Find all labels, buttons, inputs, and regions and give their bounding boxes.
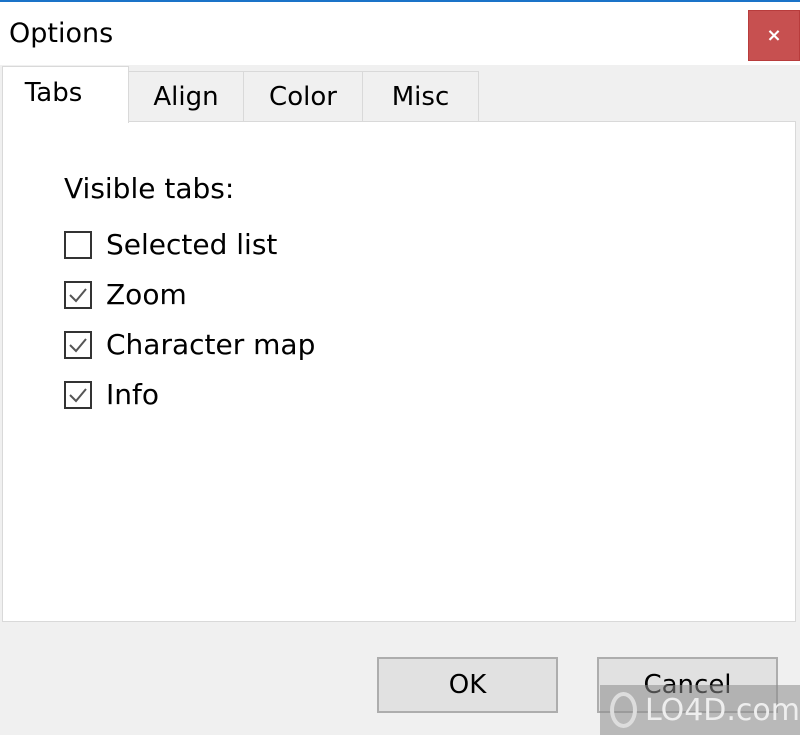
checkbox-info[interactable]: Info bbox=[64, 378, 159, 411]
tab-align[interactable]: Align bbox=[128, 71, 244, 121]
watermark: LO4D.com bbox=[600, 685, 800, 735]
checkbox-label: Zoom bbox=[106, 278, 187, 311]
tab-misc[interactable]: Misc bbox=[362, 71, 479, 121]
checkmark-icon bbox=[69, 387, 87, 402]
ok-button[interactable]: OK bbox=[377, 657, 558, 713]
tab-label: Tabs bbox=[24, 78, 83, 108]
tab-tabs[interactable]: Tabs bbox=[2, 66, 129, 123]
tab-label: Color bbox=[269, 81, 337, 112]
checkbox-character-map[interactable]: Character map bbox=[64, 328, 315, 361]
close-button[interactable]: × bbox=[748, 10, 800, 61]
checkbox-box[interactable] bbox=[64, 230, 92, 259]
checkbox-box[interactable] bbox=[64, 280, 92, 309]
checkbox-selected-list[interactable]: Selected list bbox=[64, 228, 277, 261]
tab-label: Misc bbox=[391, 81, 450, 112]
checkbox-box[interactable] bbox=[64, 380, 92, 409]
checkbox-zoom[interactable]: Zoom bbox=[64, 278, 187, 311]
checkbox-box[interactable] bbox=[64, 330, 92, 359]
watermark-text: LO4D.com bbox=[644, 692, 800, 728]
checkmark-icon bbox=[69, 337, 87, 352]
tab-color[interactable]: Color bbox=[243, 71, 363, 121]
lo4d-logo-icon bbox=[610, 692, 637, 728]
checkbox-label: Info bbox=[106, 378, 159, 411]
title-bar: Options × bbox=[0, 2, 800, 65]
checkbox-label: Selected list bbox=[106, 228, 278, 261]
close-icon: × bbox=[766, 25, 782, 46]
visible-tabs-label: Visible tabs: bbox=[64, 172, 235, 205]
tab-label: Align bbox=[153, 81, 219, 112]
checkmark-icon bbox=[69, 287, 87, 302]
checkbox-label: Character map bbox=[106, 328, 316, 361]
window-title: Options bbox=[9, 18, 114, 49]
